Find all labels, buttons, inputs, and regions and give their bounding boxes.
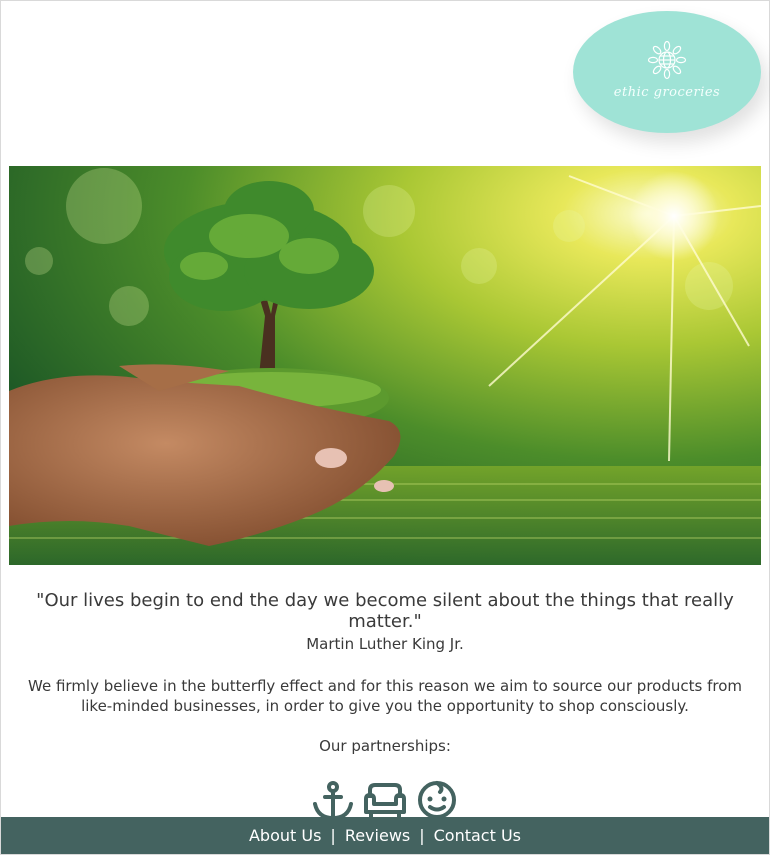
partner-icons xyxy=(310,780,460,821)
footer-separator: | xyxy=(419,826,425,845)
footer-link-contact[interactable]: Contact Us xyxy=(434,826,521,845)
mission-statement: We firmly believe in the butterfly effec… xyxy=(28,677,742,715)
brand-logo[interactable]: ethic groceries xyxy=(573,11,761,133)
partnerships-label: Our partnerships: xyxy=(319,737,451,755)
anchor-icon[interactable] xyxy=(310,780,356,821)
quote-author: Martin Luther King Jr. xyxy=(306,635,464,653)
sofa-icon[interactable] xyxy=(362,780,408,820)
globe-sunburst-icon xyxy=(647,40,687,79)
footer-separator: | xyxy=(330,826,336,845)
footer-nav: About Us | Reviews | Contact Us xyxy=(1,817,769,854)
brand-name: ethic groceries xyxy=(613,84,721,100)
footer-link-about[interactable]: About Us xyxy=(249,826,321,845)
hero-image xyxy=(9,166,761,565)
baby-face-icon[interactable] xyxy=(414,780,460,820)
footer-link-reviews[interactable]: Reviews xyxy=(345,826,410,845)
quote-text: "Our lives begin to end the day we becom… xyxy=(36,590,734,632)
